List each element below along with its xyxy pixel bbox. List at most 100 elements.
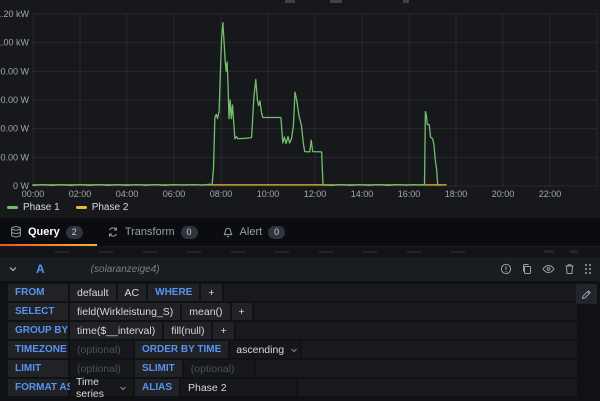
panel-title-cropped [285, 0, 295, 3]
select-label: SELECT [8, 303, 68, 320]
from-label: FROM [8, 284, 68, 301]
select-aggregate-segment[interactable]: mean() [182, 303, 229, 320]
from-measurement-segment[interactable]: AC [118, 284, 147, 301]
group-by-label: GROUP BY [8, 322, 68, 339]
svg-text:12:00: 12:00 [304, 189, 327, 199]
drag-handle-icon[interactable] [584, 263, 592, 275]
svg-text:08:00: 08:00 [210, 189, 233, 199]
legend-label: Phase 2 [92, 202, 129, 213]
panel-title-cropped [403, 0, 409, 3]
cropped-row-icon [570, 250, 578, 253]
row-filler [302, 341, 577, 358]
timezone-label: TIMEZONE [8, 341, 68, 358]
group-by-time-segment[interactable]: time($__interval) [70, 322, 162, 339]
query-editor: A (solaranzeige4) [0, 257, 600, 401]
legend-item-phase2[interactable]: Phase 2 [76, 202, 129, 213]
transform-icon [107, 226, 119, 238]
order-by-time-label: ORDER BY TIME [135, 341, 228, 358]
svg-text:14:00: 14:00 [351, 189, 374, 199]
svg-text:800.00 W: 800.00 W [0, 66, 29, 76]
select-add-button[interactable]: + [232, 303, 252, 320]
svg-text:18:00: 18:00 [445, 189, 468, 199]
limit-row: LIMIT SLIMIT [8, 360, 577, 377]
pencil-icon [581, 289, 592, 300]
chevron-down-icon[interactable] [8, 264, 18, 274]
limit-label: LIMIT [8, 360, 68, 377]
tab-query[interactable]: Query 2 [0, 218, 97, 246]
svg-text:20:00: 20:00 [492, 189, 515, 199]
row-filler [236, 322, 577, 339]
query-ref-letter: A [36, 262, 45, 276]
timezone-row: TIMEZONE ORDER BY TIME ascending [8, 341, 577, 358]
select-field-segment[interactable]: field(Wirkleistung_S) [70, 303, 180, 320]
group-by-row: GROUP BY time($__interval) fill(null) + [8, 322, 577, 339]
info-circle-icon[interactable] [500, 263, 512, 275]
select-row: SELECT field(Wirkleistung_S) mean() + [8, 303, 577, 320]
tab-transform-label: Transform [125, 226, 175, 238]
alias-input[interactable] [181, 379, 296, 396]
where-add-button[interactable]: + [201, 284, 221, 301]
panel-title-cropped [330, 0, 342, 3]
query-row-header: A (solaranzeige4) [0, 257, 600, 281]
phase2-color-swatch [76, 206, 87, 209]
tab-query-label: Query [28, 226, 60, 238]
from-row: FROM default AC WHERE + [8, 284, 577, 301]
row-filler [298, 379, 577, 396]
format-as-label: FORMAT AS [8, 379, 68, 396]
database-icon [10, 226, 22, 238]
svg-text:200.00 W: 200.00 W [0, 152, 29, 162]
svg-text:1.20 kW: 1.20 kW [0, 9, 30, 19]
panel-editor-tabbar: Query 2 Transform 0 Alert 0 [0, 218, 600, 247]
row-filler [224, 284, 578, 301]
svg-text:06:00: 06:00 [163, 189, 186, 199]
limit-input[interactable] [70, 360, 133, 377]
phase1-color-swatch [7, 206, 18, 209]
group-by-fill-segment[interactable]: fill(null) [164, 322, 211, 339]
format-as-row: FORMAT AS Time series ALIAS [8, 379, 577, 396]
tab-alert-badge: 0 [268, 226, 285, 239]
row-filler [256, 360, 577, 377]
format-as-value: Time series [76, 376, 113, 400]
row-filler [254, 303, 577, 320]
trash-icon[interactable] [564, 263, 575, 275]
from-policy-segment[interactable]: default [70, 284, 116, 301]
svg-text:22:00: 22:00 [539, 189, 562, 199]
svg-text:600.00 W: 600.00 W [0, 95, 29, 105]
cropped-row [0, 247, 600, 257]
svg-text:1.00 kW: 1.00 kW [0, 38, 30, 48]
svg-text:16:00: 16:00 [398, 189, 421, 199]
legend-label: Phase 1 [23, 202, 60, 213]
svg-text:400.00 W: 400.00 W [0, 124, 29, 134]
power-chart[interactable]: 0 W200.00 W400.00 W600.00 W800.00 W1.00 … [0, 0, 600, 218]
bell-icon [222, 226, 234, 238]
order-by-time-select[interactable]: ascending [230, 341, 300, 358]
where-label: WHERE [148, 284, 199, 301]
order-by-time-value: ascending [236, 344, 284, 356]
group-by-add-button[interactable]: + [213, 322, 233, 339]
query-header-actions [500, 263, 592, 275]
time-series-panel: 0 W200.00 W400.00 W600.00 W800.00 W1.00 … [0, 0, 600, 218]
slimit-input[interactable] [184, 360, 254, 377]
cropped-row-content [55, 251, 475, 253]
timezone-input[interactable] [70, 341, 133, 358]
slimit-label: SLIMIT [135, 360, 182, 377]
tab-transform-badge: 0 [181, 226, 198, 239]
svg-text:02:00: 02:00 [69, 189, 92, 199]
query-rows: FROM default AC WHERE + SELECT field(Wir… [8, 284, 577, 396]
svg-text:04:00: 04:00 [116, 189, 139, 199]
legend-item-phase1[interactable]: Phase 1 [7, 202, 60, 213]
tab-alert-label: Alert [240, 226, 263, 238]
format-as-select[interactable]: Time series [70, 379, 133, 396]
cropped-row-icon [544, 250, 554, 253]
query-datasource-hint: (solaranzeige4) [91, 264, 500, 275]
chart-legend: Phase 1 Phase 2 [7, 202, 128, 213]
tab-alert[interactable]: Alert 0 [212, 218, 300, 246]
toggle-text-edit-button[interactable] [576, 284, 597, 304]
svg-text:10:00: 10:00 [257, 189, 280, 199]
chevron-down-icon [290, 346, 298, 354]
eye-icon[interactable] [542, 263, 555, 275]
tab-transform[interactable]: Transform 0 [97, 218, 212, 246]
chevron-down-icon [119, 384, 127, 392]
copy-icon[interactable] [521, 263, 533, 275]
svg-text:00:00: 00:00 [22, 189, 45, 199]
